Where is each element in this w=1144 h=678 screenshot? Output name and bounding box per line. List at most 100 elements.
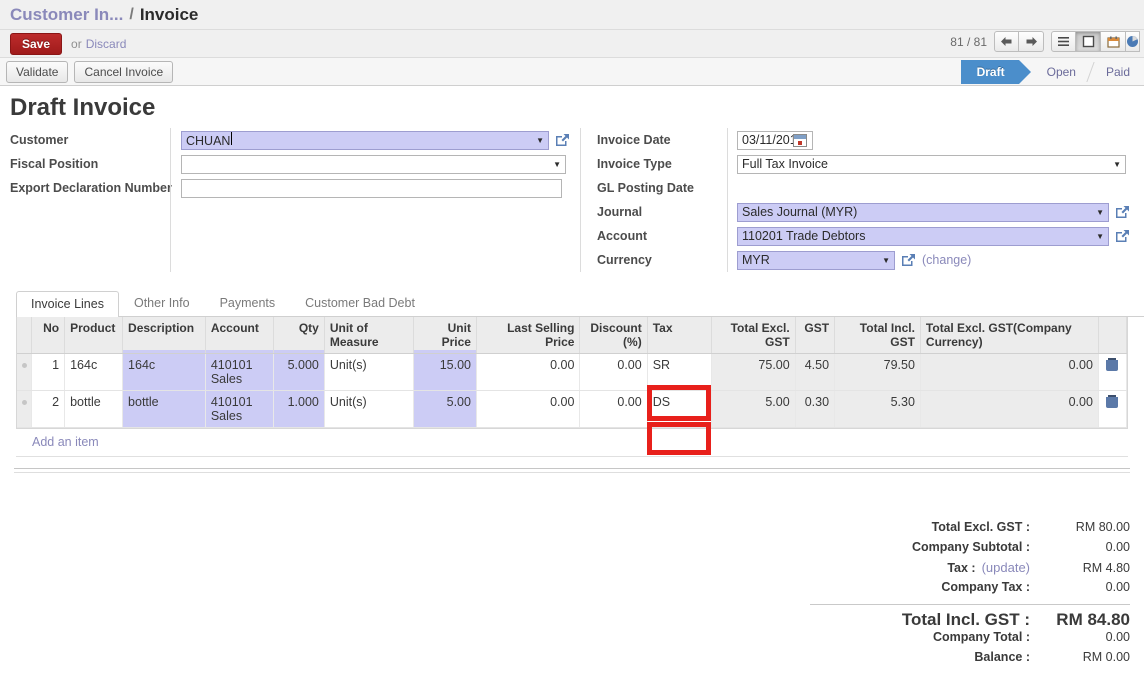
label-account: Account — [587, 224, 727, 248]
tab-customer-bad-debt[interactable]: Customer Bad Debt — [290, 290, 430, 316]
header-qty[interactable]: Qty — [274, 317, 325, 354]
total-row-tax: Tax : (update) RM 4.80 — [810, 560, 1130, 580]
cell-discount[interactable]: 0.00 — [580, 354, 647, 391]
customer-external-link-icon[interactable] — [555, 133, 570, 147]
header-no[interactable]: No — [31, 317, 64, 354]
header-discount[interactable]: Discount (%) — [580, 317, 647, 354]
header-last-selling-price[interactable]: Last Selling Price — [476, 317, 579, 354]
table-row[interactable]: 2 bottle bottle 410101 Sales 1.000 Unit(… — [17, 391, 1127, 428]
invoice-type-value: Full Tax Invoice — [742, 157, 828, 171]
header-tax[interactable]: Tax — [647, 317, 711, 354]
header-total-excl-gst[interactable]: Total Excl. GST — [711, 317, 795, 354]
header-description[interactable]: Description — [123, 317, 206, 354]
header-gst[interactable]: GST — [795, 317, 834, 354]
header-total-incl-gst[interactable]: Total Incl. GST — [835, 317, 921, 354]
list-view-icon[interactable] — [1051, 31, 1076, 52]
total-row-balance: Balance : RM 0.00 — [810, 650, 1130, 670]
chevron-down-icon: ▼ — [1113, 160, 1121, 169]
balance-value: RM 0.00 — [1030, 650, 1130, 664]
account-input[interactable]: 110201 Trade Debtors ▼ — [737, 227, 1109, 246]
cell-total-excl-gst-company: 0.00 — [920, 391, 1098, 428]
cell-tax[interactable]: DS — [647, 391, 711, 428]
customer-input[interactable]: CHUAN ▼ — [181, 131, 549, 150]
label-invoice-type: Invoice Type — [587, 152, 727, 176]
cell-description[interactable]: bottle — [123, 391, 206, 428]
cell-discount[interactable]: 0.00 — [580, 391, 647, 428]
cell-no: 1 — [31, 354, 64, 391]
cell-last-selling-price[interactable]: 0.00 — [476, 391, 579, 428]
pager-count: 81 / 81 — [950, 35, 987, 49]
header-total-excl-gst-company[interactable]: Total Excl. GST(Company Currency) — [920, 317, 1098, 354]
delete-row-button[interactable] — [1098, 391, 1126, 428]
journal-external-link-icon[interactable] — [1115, 205, 1130, 219]
header-account[interactable]: Account — [205, 317, 273, 354]
journal-input[interactable]: Sales Journal (MYR) ▼ — [737, 203, 1109, 222]
tab-other-info[interactable]: Other Info — [119, 290, 205, 316]
invoice-header-form: Customer Fiscal Position Export Declarat… — [0, 128, 1144, 278]
cell-account[interactable]: 410101 Sales — [205, 391, 273, 428]
status-open[interactable]: Open — [1031, 60, 1090, 84]
delete-row-button[interactable] — [1098, 354, 1126, 391]
validate-button[interactable]: Validate — [6, 61, 68, 83]
total-incl-gst-value: RM 84.80 — [1030, 610, 1130, 630]
fiscal-position-input[interactable]: ▼ — [181, 155, 566, 174]
currency-input[interactable]: MYR ▼ — [737, 251, 895, 270]
cell-unit-price[interactable]: 5.00 — [413, 391, 476, 428]
total-row-company-subtotal: Company Subtotal : 0.00 — [810, 540, 1130, 560]
next-record-button[interactable] — [1019, 31, 1044, 52]
cell-tax[interactable]: SR — [647, 354, 711, 391]
view-switcher — [1051, 31, 1140, 52]
header-actions — [1098, 317, 1126, 354]
export-declaration-number-input[interactable] — [181, 179, 562, 198]
total-row-company-tax: Company Tax : 0.00 — [810, 580, 1130, 600]
row-drag-handle[interactable] — [17, 354, 31, 391]
section-divider-secondary — [14, 472, 1130, 473]
status-draft[interactable]: Draft — [961, 60, 1019, 84]
cell-qty[interactable]: 5.000 — [274, 354, 325, 391]
cell-product[interactable]: bottle — [65, 391, 123, 428]
cell-description[interactable]: 164c — [123, 354, 206, 391]
label-currency: Currency — [587, 248, 727, 272]
header-unit-of-measure[interactable]: Unit of Measure — [324, 317, 413, 354]
invoice-type-select[interactable]: Full Tax Invoice ▼ — [737, 155, 1126, 174]
company-subtotal-label: Company Subtotal : — [912, 540, 1030, 554]
previous-record-button[interactable] — [994, 31, 1019, 52]
cell-unit-price[interactable]: 15.00 — [413, 354, 476, 391]
total-row-company-total: Company Total : 0.00 — [810, 630, 1130, 650]
chevron-down-icon: ▼ — [1096, 208, 1104, 217]
cell-last-selling-price[interactable]: 0.00 — [476, 354, 579, 391]
label-customer: Customer — [0, 128, 170, 152]
currency-external-link-icon[interactable] — [901, 253, 916, 267]
save-button[interactable]: Save — [10, 33, 62, 55]
table-row[interactable]: 1 164c 164c 410101 Sales 5.000 Unit(s) 1… — [17, 354, 1127, 391]
cell-uom[interactable]: Unit(s) — [324, 391, 413, 428]
status-bar: Draft Open Paid — [961, 60, 1144, 84]
cell-total-excl-gst-company: 0.00 — [920, 354, 1098, 391]
company-tax-label: Company Tax : — [941, 580, 1030, 594]
currency-change-link[interactable]: (change) — [922, 253, 971, 267]
tax-update-link[interactable]: (update) — [982, 560, 1030, 575]
graph-view-icon[interactable] — [1126, 31, 1140, 52]
trash-icon[interactable] — [1106, 395, 1118, 408]
cell-uom[interactable]: Unit(s) — [324, 354, 413, 391]
header-unit-price[interactable]: Unit Price — [413, 317, 476, 354]
tab-payments[interactable]: Payments — [205, 290, 291, 316]
add-an-item-link[interactable]: Add an item — [16, 429, 1128, 457]
cancel-invoice-button[interactable]: Cancel Invoice — [74, 61, 173, 83]
cell-product[interactable]: 164c — [65, 354, 123, 391]
status-paid[interactable]: Paid — [1090, 60, 1144, 84]
label-journal: Journal — [587, 200, 727, 224]
discard-link[interactable]: Discard — [86, 37, 127, 51]
cell-account[interactable]: 410101 Sales — [205, 354, 273, 391]
chevron-down-icon: ▼ — [553, 160, 561, 169]
form-view-icon[interactable] — [1076, 31, 1101, 52]
trash-icon[interactable] — [1106, 358, 1118, 371]
calendar-view-icon[interactable] — [1101, 31, 1126, 52]
account-external-link-icon[interactable] — [1115, 229, 1130, 243]
calendar-icon[interactable] — [793, 134, 807, 147]
cell-qty[interactable]: 1.000 — [274, 391, 325, 428]
breadcrumb-parent-link[interactable]: Customer In... — [10, 5, 123, 25]
header-product[interactable]: Product — [65, 317, 123, 354]
tab-invoice-lines[interactable]: Invoice Lines — [16, 291, 119, 317]
row-drag-handle[interactable] — [17, 391, 31, 428]
